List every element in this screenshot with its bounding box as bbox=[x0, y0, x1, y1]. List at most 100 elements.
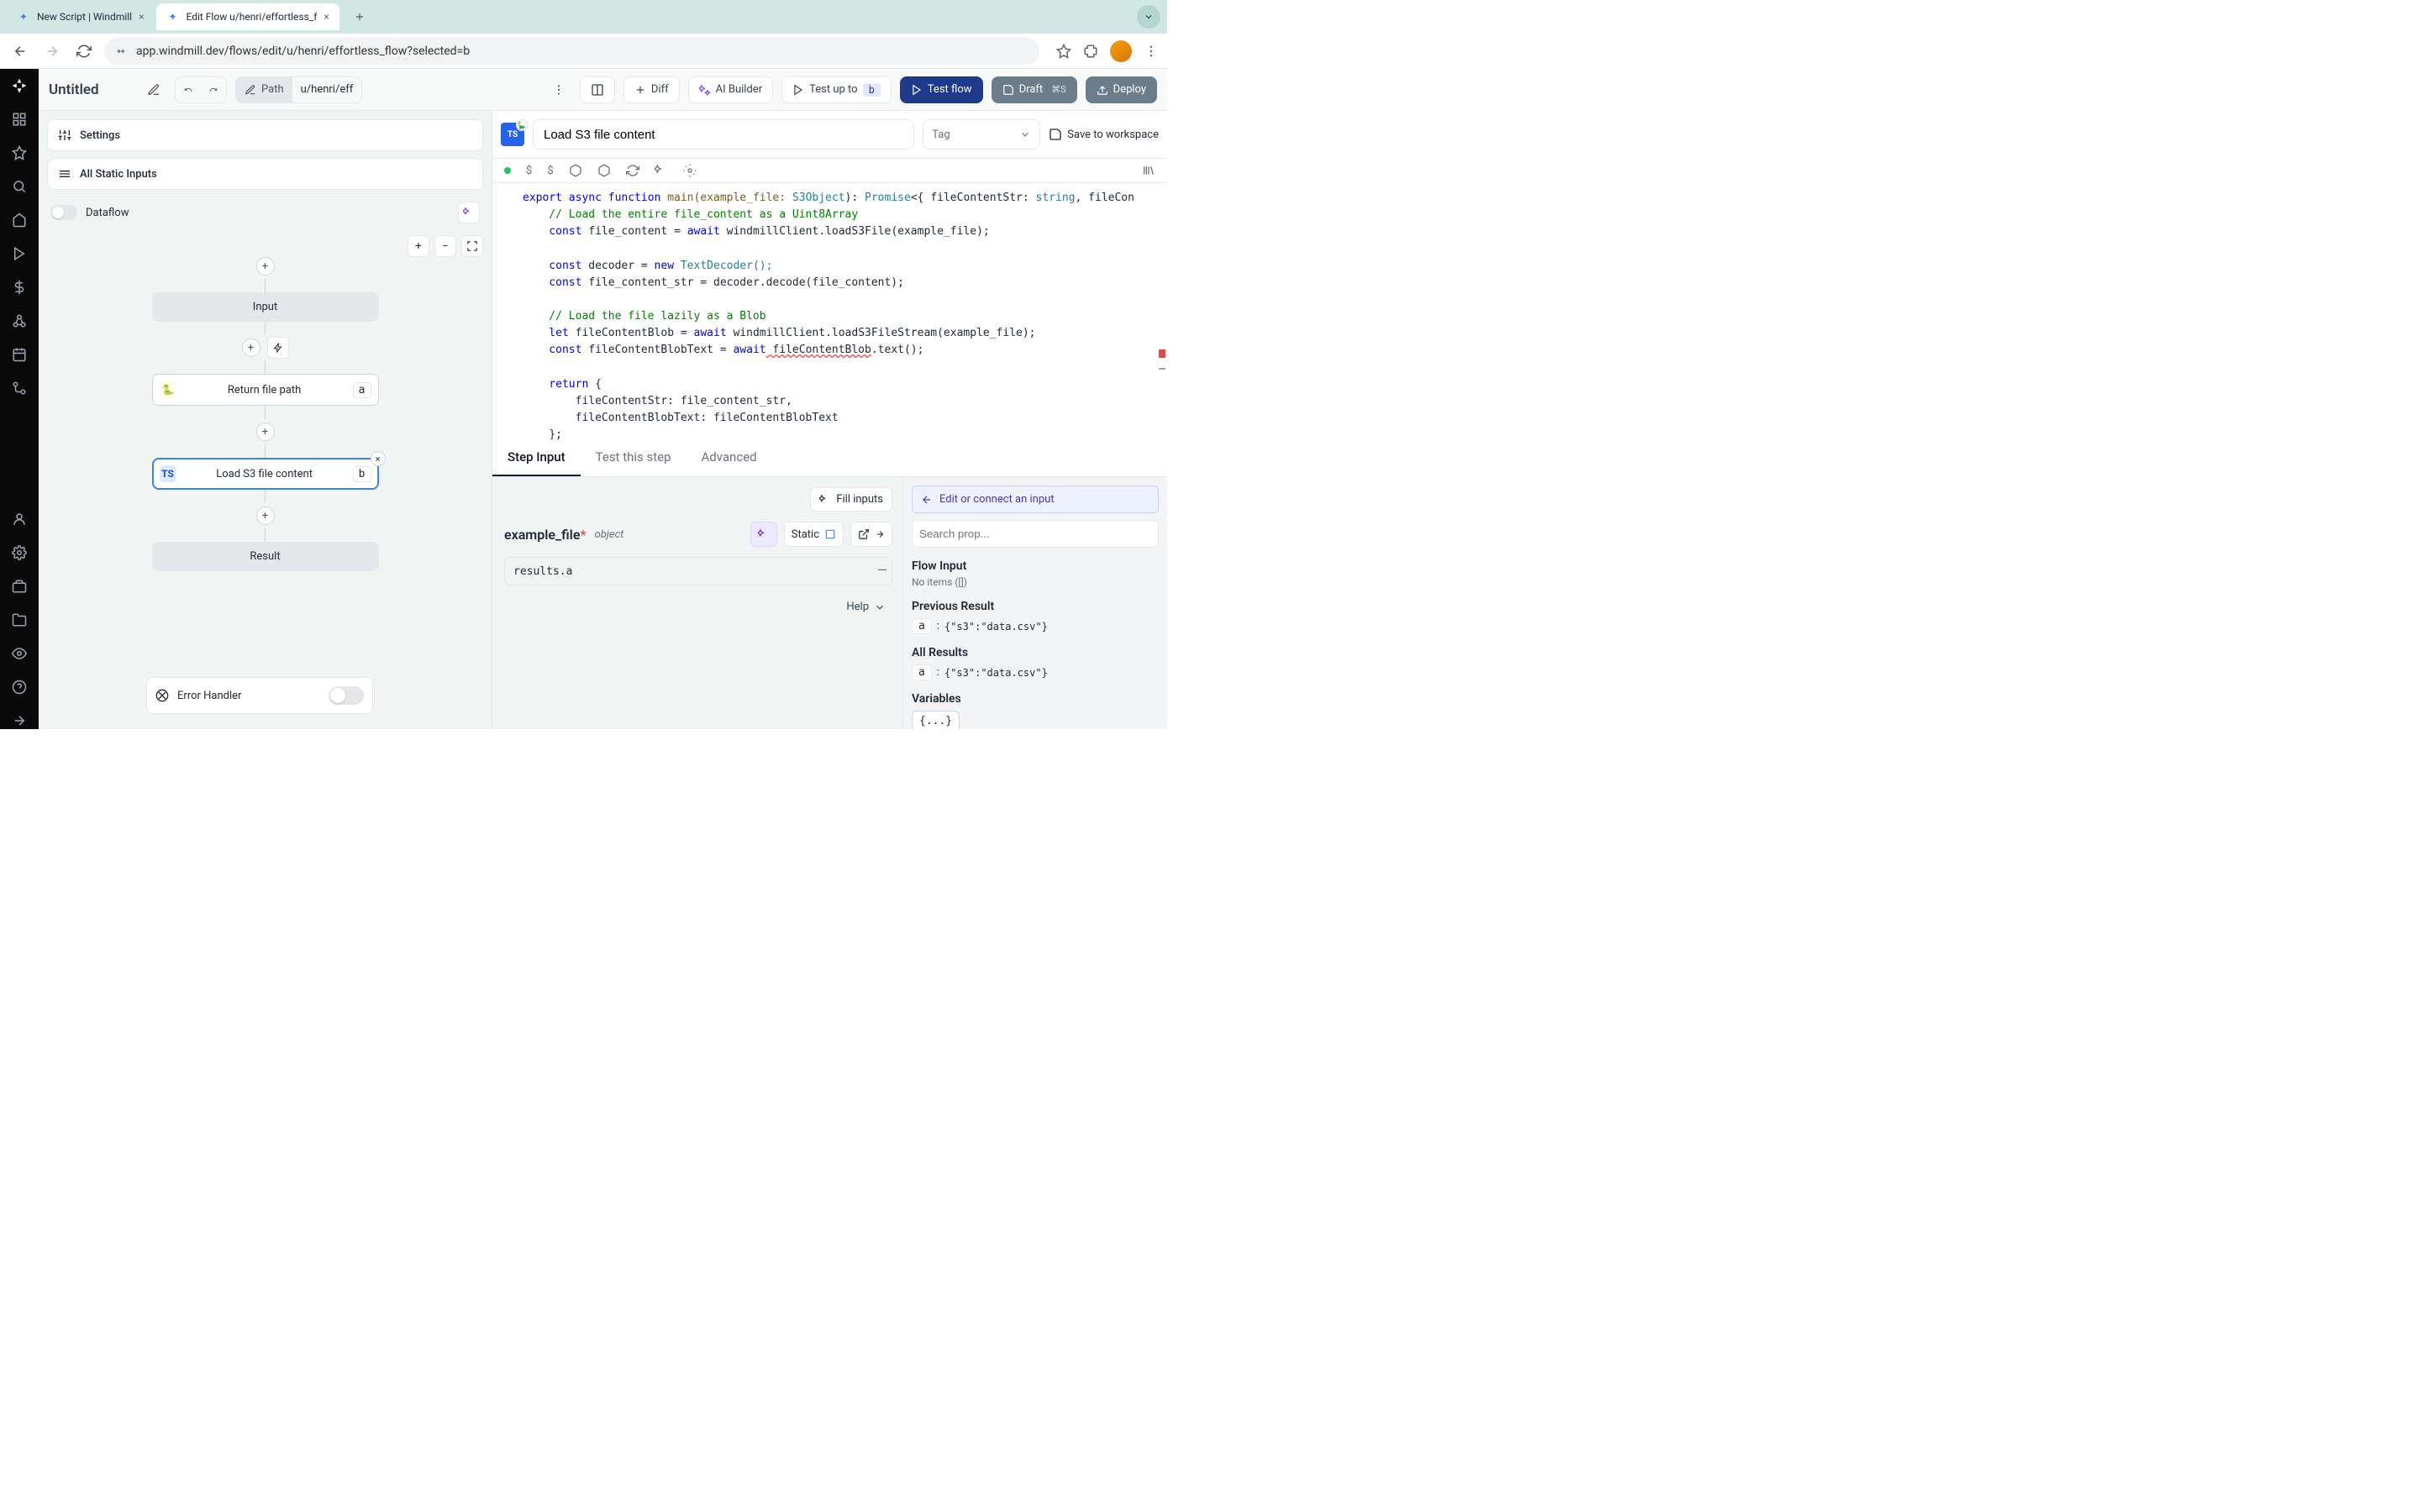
code-editor[interactable]: export async function main(example_file:… bbox=[492, 183, 1167, 439]
nav-triggers-icon[interactable] bbox=[11, 380, 28, 396]
nav-star-icon[interactable] bbox=[11, 144, 28, 161]
zoom-out-button[interactable]: − bbox=[434, 235, 456, 257]
deploy-button[interactable]: Deploy bbox=[1086, 76, 1157, 103]
help-button[interactable]: Help bbox=[504, 596, 892, 618]
tab-test-step[interactable]: Test this step bbox=[581, 439, 687, 476]
node-input[interactable]: Input bbox=[152, 292, 379, 322]
nav-runs-icon[interactable] bbox=[11, 245, 28, 262]
add-step-button[interactable]: + bbox=[256, 423, 275, 441]
save-to-workspace-button[interactable]: Save to workspace bbox=[1049, 128, 1159, 141]
node-tag: b bbox=[353, 466, 371, 482]
undo-button[interactable] bbox=[176, 77, 201, 102]
zoom-in-button[interactable]: + bbox=[408, 235, 429, 257]
edit-connect-button[interactable]: Edit or connect an input bbox=[912, 486, 1159, 513]
reload-button[interactable] bbox=[72, 39, 96, 63]
extensions-icon[interactable] bbox=[1083, 44, 1098, 59]
remove-node-button[interactable]: × bbox=[371, 451, 386, 466]
deno-badge-icon: 🦕 bbox=[516, 119, 528, 131]
nav-home2-icon[interactable] bbox=[11, 212, 28, 228]
browser-menu-icon[interactable] bbox=[1144, 44, 1159, 59]
more-menu-button[interactable] bbox=[546, 77, 571, 102]
nav-collapse-icon[interactable] bbox=[11, 712, 28, 729]
path-label: Path bbox=[261, 83, 284, 96]
nav-variables-icon[interactable] bbox=[11, 279, 28, 296]
fit-button[interactable] bbox=[461, 235, 483, 257]
add-step-button[interactable]: + bbox=[256, 507, 275, 525]
node-step-a[interactable]: 🐍 Return file path a bbox=[152, 374, 379, 406]
variables-chip[interactable]: {...} bbox=[912, 711, 960, 729]
close-icon[interactable]: × bbox=[139, 11, 144, 23]
library-icon[interactable] bbox=[1142, 164, 1155, 177]
edit-title-icon[interactable] bbox=[141, 77, 166, 102]
nav-search-icon[interactable] bbox=[11, 178, 28, 195]
ai-builder-button[interactable]: AI Builder bbox=[688, 76, 773, 103]
close-icon[interactable]: × bbox=[324, 11, 329, 23]
nav-help-icon[interactable] bbox=[11, 679, 28, 696]
all-results-heading: All Results bbox=[912, 646, 1159, 659]
status-dot-icon bbox=[504, 167, 511, 174]
forward-button[interactable] bbox=[40, 39, 64, 63]
url-input[interactable]: app.windmill.dev/flows/edit/u/henri/effo… bbox=[104, 38, 1039, 65]
step-name-input[interactable] bbox=[533, 119, 914, 150]
arg-value-input[interactable]: results.a bbox=[504, 557, 892, 585]
nav-folder-icon[interactable] bbox=[11, 612, 28, 628]
nav-resources-icon[interactable] bbox=[11, 312, 28, 329]
search-prop-input[interactable] bbox=[912, 520, 1159, 548]
static-inputs-card[interactable]: All Static Inputs bbox=[47, 158, 483, 190]
nav-users-icon[interactable] bbox=[11, 511, 28, 528]
node-step-b[interactable]: TS Load S3 file content b bbox=[152, 458, 379, 490]
new-tab-button[interactable] bbox=[348, 5, 371, 29]
path-chip[interactable]: Path u/henri/eff bbox=[235, 76, 362, 103]
all-result-chip[interactable]: a : {"s3":"data.csv"} bbox=[912, 664, 1048, 680]
error-marker-icon bbox=[1159, 349, 1165, 358]
back-button[interactable] bbox=[8, 39, 32, 63]
tab-step-input[interactable]: Step Input bbox=[492, 439, 581, 476]
test-up-to-button[interactable]: Test up tob bbox=[781, 76, 892, 103]
profile-avatar[interactable] bbox=[1110, 40, 1132, 62]
tag-select[interactable]: Tag bbox=[923, 119, 1040, 150]
refresh-icon[interactable] bbox=[626, 164, 639, 177]
panel-toggle-button[interactable] bbox=[580, 76, 615, 103]
clear-icon[interactable]: — bbox=[877, 562, 888, 578]
add-step-button[interactable]: + bbox=[256, 257, 275, 276]
wand-icon[interactable] bbox=[655, 164, 668, 177]
nav-settings-icon[interactable] bbox=[11, 544, 28, 561]
error-handler-card[interactable]: Error Handler bbox=[146, 677, 373, 714]
diff-button[interactable]: Diff bbox=[623, 76, 680, 103]
browser-tab[interactable]: ✦ New Script | Windmill × bbox=[7, 3, 155, 30]
dollar-icon[interactable]: $ bbox=[547, 165, 553, 177]
wand-button[interactable] bbox=[750, 522, 777, 547]
draft-button[interactable]: Draft⌘S bbox=[992, 76, 1077, 103]
add-step-button[interactable]: + bbox=[242, 339, 260, 357]
flow-title[interactable]: Untitled bbox=[49, 81, 133, 98]
connect-button[interactable] bbox=[850, 522, 892, 547]
browser-tab[interactable]: ✦ Edit Flow u/henri/effortless_f × bbox=[156, 3, 339, 30]
test-flow-button[interactable]: Test flow bbox=[900, 76, 983, 103]
windmill-logo-icon[interactable] bbox=[11, 77, 28, 94]
tab-advanced[interactable]: Advanced bbox=[687, 439, 772, 476]
branch-button[interactable] bbox=[267, 337, 289, 359]
settings-card[interactable]: Settings bbox=[47, 119, 483, 151]
nav-home-icon[interactable] bbox=[11, 111, 28, 128]
ai-graph-button[interactable] bbox=[458, 202, 480, 223]
prev-result-chip[interactable]: a : {"s3":"data.csv"} bbox=[912, 618, 1048, 634]
cube-icon[interactable] bbox=[597, 164, 611, 177]
nav-workspace-icon[interactable] bbox=[11, 578, 28, 595]
nav-schedules-icon[interactable] bbox=[11, 346, 28, 363]
static-button[interactable]: Static bbox=[784, 522, 844, 547]
dollar-icon[interactable]: $ bbox=[526, 165, 532, 177]
flow-graph[interactable]: + − + Input + bbox=[47, 235, 483, 721]
cube-icon[interactable] bbox=[569, 164, 582, 177]
site-settings-icon[interactable] bbox=[116, 45, 128, 57]
tabs-menu-button[interactable] bbox=[1137, 5, 1160, 29]
dataflow-toggle[interactable] bbox=[50, 205, 77, 220]
redo-button[interactable] bbox=[201, 77, 226, 102]
node-result[interactable]: Result bbox=[152, 542, 379, 571]
error-handler-toggle[interactable] bbox=[329, 686, 364, 705]
fill-inputs-button[interactable]: Fill inputs bbox=[810, 487, 892, 512]
undo-redo bbox=[175, 76, 227, 103]
bookmark-icon[interactable] bbox=[1056, 44, 1071, 59]
nav-watch-icon[interactable] bbox=[11, 645, 28, 662]
gear-icon[interactable] bbox=[683, 164, 697, 177]
tab-title: Edit Flow u/henri/effortless_f bbox=[187, 11, 318, 23]
